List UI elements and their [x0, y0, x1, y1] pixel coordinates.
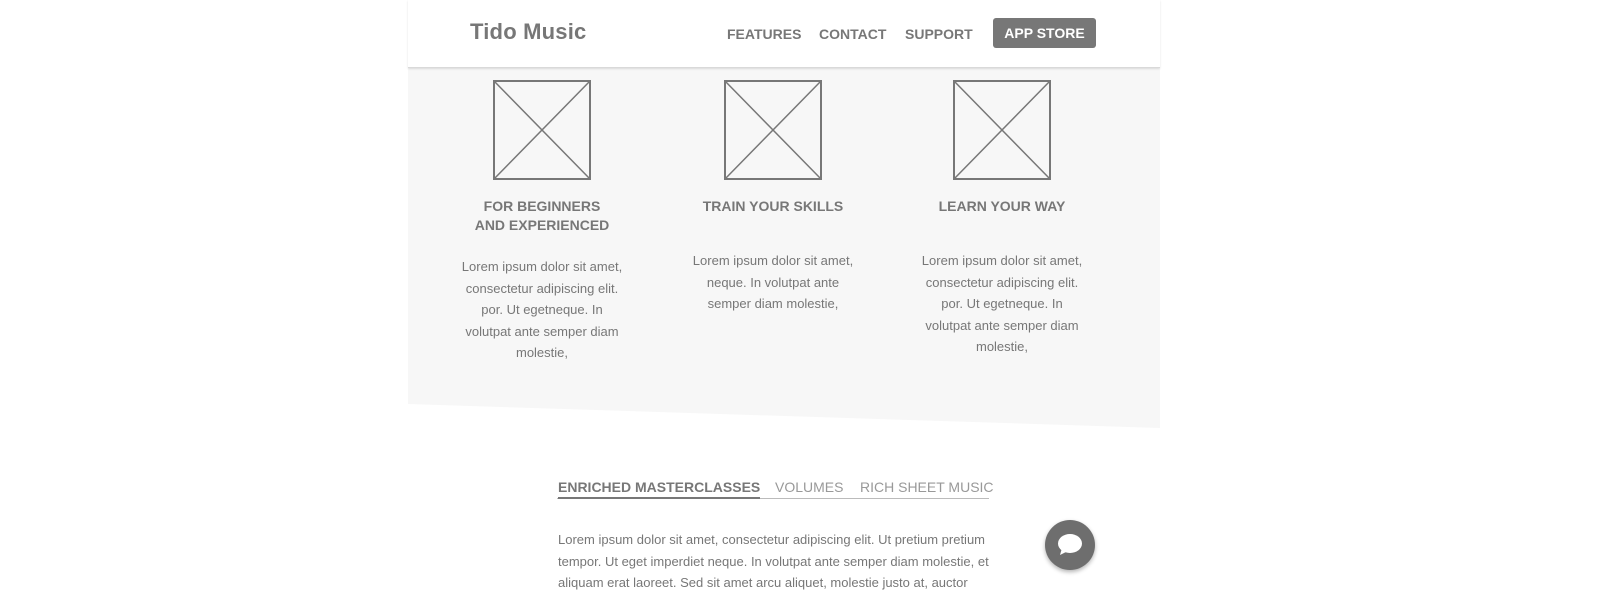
feature-card: LEARN YOUR WAY Lorem ipsum dolor sit ame… — [907, 80, 1097, 354]
nav-contact-link[interactable]: CONTACT — [819, 26, 886, 42]
features-section: FOR BEGINNERS AND EXPERIENCED Lorem ipsu… — [408, 66, 1160, 428]
feature-title: TRAIN YOUR SKILLS — [702, 198, 844, 214]
image-placeholder-icon — [953, 80, 1051, 180]
feature-title: LEARN YOUR WAY — [938, 198, 1066, 214]
feature-card: TRAIN YOUR SKILLS Lorem ipsum dolor sit … — [678, 80, 868, 311]
chat-button[interactable] — [1045, 520, 1095, 570]
feature-description: Lorem ipsum dolor sit amet, neque. In vo… — [692, 253, 854, 311]
nav-features-link[interactable]: FEATURES — [727, 26, 801, 42]
chat-bubble-icon — [1058, 534, 1082, 555]
feature-card: FOR BEGINNERS AND EXPERIENCED Lorem ipsu… — [447, 80, 637, 360]
site-logo[interactable]: Tido Music — [470, 19, 587, 45]
site-header: Tido Music FEATURES CONTACT SUPPORT APP … — [408, 0, 1160, 68]
feature-description: Lorem ipsum dolor sit amet, consectetur … — [921, 253, 1083, 354]
nav-support-link[interactable]: SUPPORT — [905, 26, 973, 42]
feature-description: Lorem ipsum dolor sit amet, consectetur … — [461, 259, 623, 360]
content-tabs: ENRICHED MASTERCLASSES VOLUMES RICH SHEE… — [557, 478, 994, 499]
image-placeholder-icon — [493, 80, 591, 180]
tab-content-text: Lorem ipsum dolor sit amet, consectetur … — [558, 532, 989, 590]
tab-enriched-masterclasses[interactable]: ENRICHED MASTERCLASSES — [558, 479, 761, 499]
image-placeholder-icon — [724, 80, 822, 180]
tab-rich-sheet-music[interactable]: RICH SHEET MUSIC — [860, 479, 994, 495]
tab-volumes[interactable]: VOLUMES — [775, 479, 843, 495]
feature-title: FOR BEGINNERS AND EXPERIENCED — [474, 198, 610, 233]
app-store-button[interactable]: APP STORE — [993, 18, 1096, 48]
